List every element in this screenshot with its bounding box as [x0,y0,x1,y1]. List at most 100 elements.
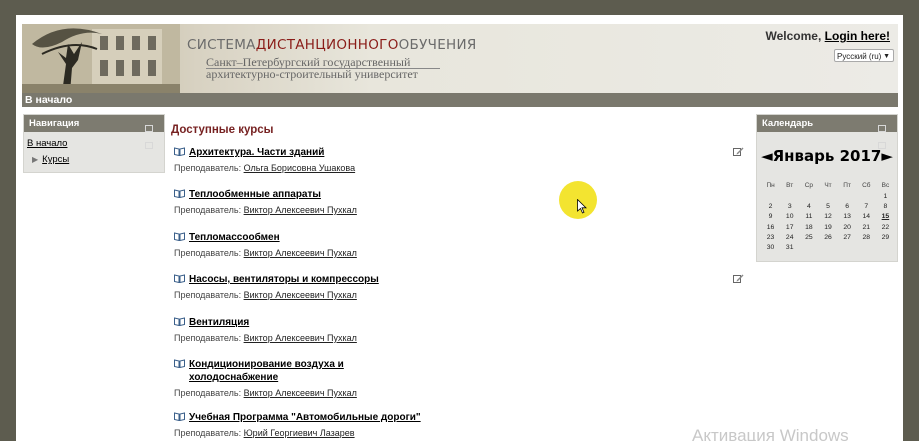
calendar-day[interactable]: 26 [818,232,837,242]
calendar-day[interactable]: 16 [761,222,780,232]
teacher-link[interactable]: Виктор Алексеевич Пухкал [244,205,357,215]
calendar-day[interactable]: 4 [799,201,818,211]
courses-title: Доступные курсы [171,124,274,136]
course-link[interactable]: Архитектура. Части зданий [174,146,389,159]
course-item: Вентиляция Преподаватель: Виктор Алексее… [174,316,734,343]
edit-icon[interactable] [733,273,744,284]
calendar-block-header: Календарь [757,115,897,149]
language-select[interactable]: Русский (ru) ▼ [834,49,894,62]
course-teacher: Преподаватель: Виктор Алексеевич Пухкал [174,388,357,398]
teacher-link[interactable]: Виктор Алексеевич Пухкал [244,388,357,398]
calendar-day [876,242,895,252]
calendar-week: 9 10 11 12 13 14 15 [761,212,895,222]
university-name-line2: архитектурно-строительный университет [206,67,418,81]
calendar-day[interactable]: 22 [876,222,895,232]
calendar-day[interactable]: 19 [818,222,837,232]
calendar-day[interactable]: 13 [838,212,857,222]
login-link[interactable]: Login here! [825,29,890,43]
next-month-arrow[interactable]: ► [881,147,893,165]
nav-item-courses[interactable]: ▶ Курсы [32,154,69,165]
course-link[interactable]: Учебная Программа "Автомобильные дороги" [174,411,449,424]
calendar-day[interactable]: 18 [799,222,818,232]
chevron-down-icon: ▼ [883,53,890,60]
teacher-link[interactable]: Виктор Алексеевич Пухкал [244,290,357,300]
teacher-link[interactable]: Ольга Борисовна Ушакова [244,163,356,173]
mouse-cursor-icon [577,199,587,214]
block-controls-icon[interactable] [877,121,893,149]
course-link[interactable]: Теплообменные аппараты [174,188,389,201]
welcome-text: Welcome, [765,29,822,43]
course-item: Насосы, вентиляторы и компрессоры Препод… [174,273,744,300]
system-title: СИСТЕМАДИСТАНЦИОННОГООБУЧЕНИЯ [187,37,477,53]
calendar-day[interactable]: 8 [876,201,895,211]
calendar-day[interactable]: 29 [876,232,895,242]
calendar-day [818,242,837,252]
calendar-weekday: Пн [766,182,775,189]
calendar-day[interactable]: 14 [857,212,876,222]
language-value: Русский (ru) [837,52,882,61]
navigation-block-title: Навигация [29,118,80,129]
calendar-day[interactable]: 1 [876,191,895,201]
block-controls-icon[interactable] [144,121,160,149]
course-teacher: Преподаватель: Виктор Алексеевич Пухкал [174,333,357,343]
calendar-block: Календарь ◄Январь 2017► Пн Вт Ср Чт Пт Сб Вс 1… [756,114,898,262]
calendar-day[interactable]: 2 [761,201,780,211]
course-link[interactable]: Насосы, вентиляторы и компрессоры [174,273,449,286]
windows-activation-watermark: Активация Windows [692,426,849,441]
course-item: Учебная Программа "Автомобильные дороги"… [174,411,734,438]
breadcrumb-home[interactable]: В начало [25,94,72,106]
calendar-weekday: Вт [786,182,794,189]
calendar-day[interactable]: 20 [838,222,857,232]
calendar-day[interactable]: 25 [799,232,818,242]
calendar-weekday: Вс [881,182,890,189]
calendar-day[interactable]: 15 [876,212,895,222]
calendar-day[interactable]: 10 [780,212,799,222]
calendar-day[interactable]: 28 [857,232,876,242]
header-photo [22,24,180,93]
calendar-day[interactable]: 17 [780,222,799,232]
calendar-grid: Пн Вт Ср Чт Пт Сб Вс 1 2 3 4 5 6 7 8 9 10 11 12 13 14 15 16 17… [761,180,895,253]
triangle-right-icon: ▶ [32,155,39,164]
course-item: Теплообменные аппараты Преподаватель: Ви… [174,188,734,215]
calendar-day[interactable]: 11 [799,212,818,222]
calendar-week: 30 31 [761,242,895,252]
course-teacher: Преподаватель: Виктор Алексеевич Пухкал [174,205,357,215]
calendar-day[interactable]: 7 [857,201,876,211]
calendar-day[interactable]: 21 [857,222,876,232]
calendar-day [780,191,799,201]
calendar-day[interactable]: 24 [780,232,799,242]
calendar-day[interactable]: 27 [838,232,857,242]
calendar-day [761,191,780,201]
calendar-day[interactable]: 31 [780,242,799,252]
calendar-week: 23 24 25 26 27 28 29 [761,232,895,242]
login-info: Welcome, Login here! [766,29,891,43]
prev-month-arrow[interactable]: ◄ [761,147,773,165]
calendar-day[interactable]: 9 [761,212,780,222]
calendar-day[interactable]: 3 [780,201,799,211]
navigation-block: Навигация В начало ▶ Курсы [23,114,165,173]
book-icon [174,147,185,156]
course-link[interactable]: Кондиционирование воздуха и холодоснабже… [174,358,364,384]
book-icon [174,232,185,241]
calendar-day [857,242,876,252]
edit-icon[interactable] [733,146,744,157]
book-icon [174,317,185,326]
calendar-day [799,242,818,252]
teacher-link[interactable]: Виктор Алексеевич Пухкал [244,248,357,258]
course-link[interactable]: Вентиляция [174,316,389,329]
calendar-day [799,191,818,201]
course-item: Архитектура. Части зданий Преподаватель:… [174,146,744,173]
calendar-day[interactable]: 12 [818,212,837,222]
calendar-month-title[interactable]: Январь 2017 [773,147,882,165]
nav-home-link[interactable]: В начало [27,138,67,149]
calendar-day[interactable]: 6 [838,201,857,211]
calendar-weekday: Чт [824,182,832,189]
calendar-day[interactable]: 30 [761,242,780,252]
teacher-link[interactable]: Юрий Георгиевич Лазарев [244,428,355,438]
calendar-day [818,191,837,201]
calendar-month-nav: ◄Январь 2017► [757,147,897,165]
teacher-link[interactable]: Виктор Алексеевич Пухкал [244,333,357,343]
calendar-day[interactable]: 23 [761,232,780,242]
calendar-day[interactable]: 5 [818,201,837,211]
course-link[interactable]: Тепломассообмен [174,231,389,244]
